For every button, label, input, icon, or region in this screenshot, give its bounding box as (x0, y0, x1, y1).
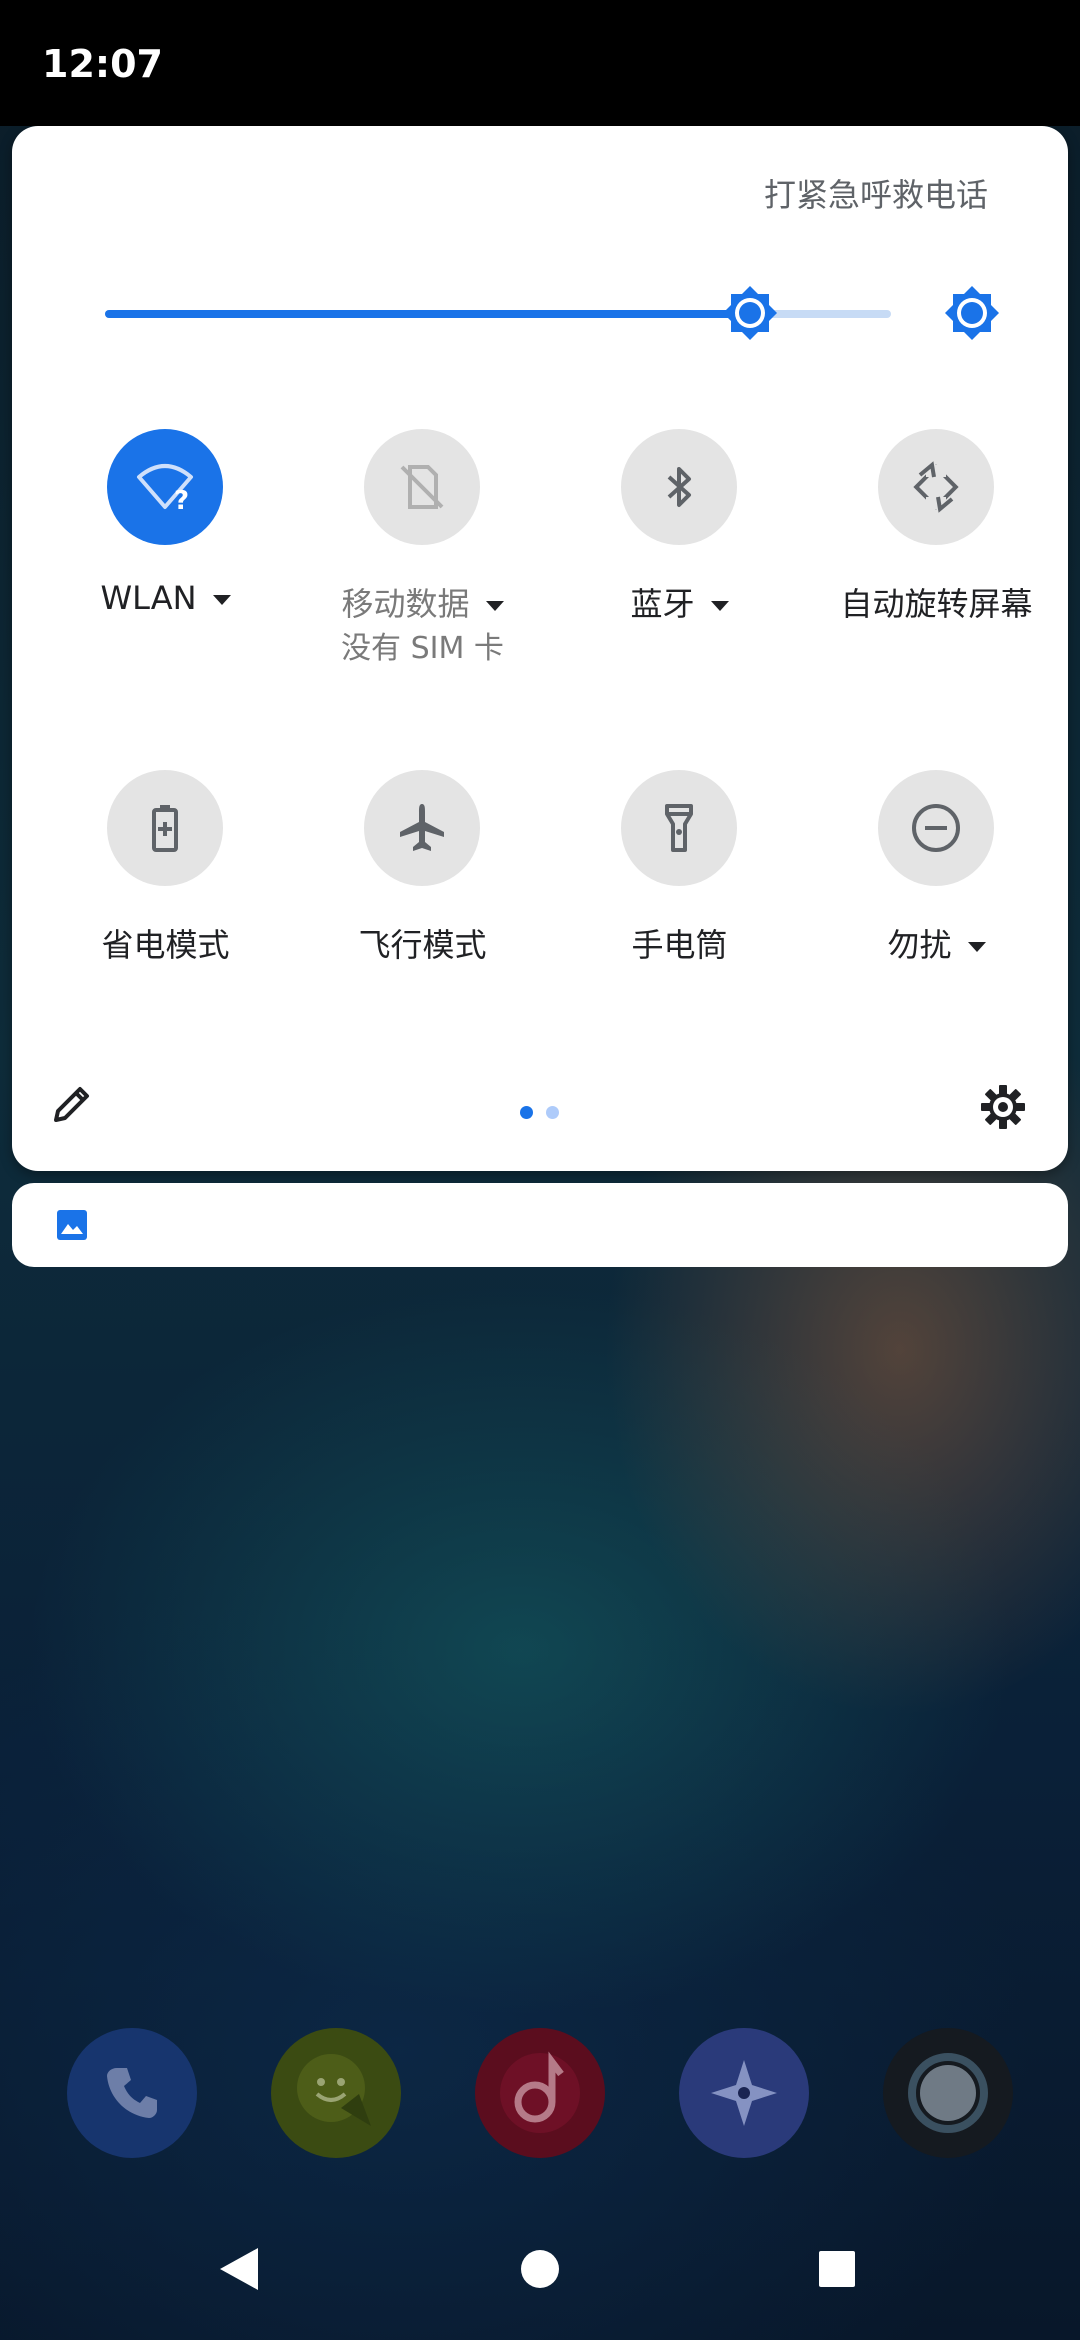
tile-dnd[interactable]: 勿扰 (808, 770, 1065, 1030)
rotate-icon (913, 461, 959, 513)
navigation-app-icon[interactable] (679, 2028, 809, 2158)
navigation-icon (711, 2060, 777, 2126)
tile-wlan[interactable]: ? WLAN (37, 429, 294, 689)
tile-bluetooth[interactable]: 蓝牙 (551, 429, 808, 689)
edit-pencil-icon[interactable] (48, 1080, 96, 1128)
tile-dnd-label: 勿扰 (887, 926, 952, 964)
tile-battery-saver-toggle[interactable] (107, 770, 223, 886)
tile-flashlight-toggle[interactable] (621, 770, 737, 886)
emergency-call-text[interactable]: 打紧急呼救电话 (738, 170, 988, 216)
bluetooth-icon (667, 467, 691, 507)
tile-airplane-toggle[interactable] (364, 770, 480, 886)
status-clock: 12:07 (42, 42, 163, 86)
tile-flashlight[interactable]: 手电筒 (551, 770, 808, 1030)
tile-wlan-toggle[interactable]: ? (107, 429, 223, 545)
quick-settings-panel: 打紧急呼救电话 ? WLAN 移动数据 没有 SIM 卡 蓝牙 自动旋转屏幕 省… (12, 126, 1068, 1171)
battery-saver-icon (152, 805, 178, 852)
tile-bluetooth-label: 蓝牙 (630, 585, 695, 623)
brightness-thumb-icon[interactable] (720, 283, 780, 343)
messages-app-icon[interactable] (271, 2028, 401, 2158)
auto-brightness-icon[interactable] (942, 283, 1002, 343)
chevron-down-icon[interactable] (967, 942, 986, 952)
brightness-fill (105, 310, 758, 318)
page-dot[interactable] (546, 1106, 559, 1119)
tile-battery-saver-label: 省电模式 (101, 926, 230, 964)
navigation-bar (0, 2220, 1080, 2340)
tile-flashlight-label: 手电筒 (631, 926, 728, 964)
page-indicator (520, 1106, 570, 1120)
svg-text:?: ? (174, 486, 189, 516)
tile-auto-rotate-label: 自动旋转屏幕 (840, 585, 1033, 623)
recents-icon[interactable] (818, 2250, 856, 2288)
tile-mobile-data-toggle[interactable] (364, 429, 480, 545)
home-icon[interactable] (520, 2249, 560, 2289)
chevron-down-icon[interactable] (710, 601, 729, 611)
tile-mobile-data[interactable]: 移动数据 没有 SIM 卡 (294, 429, 551, 689)
do-not-disturb-icon (912, 804, 960, 852)
messages-icon (297, 2054, 371, 2126)
phone-icon (107, 2068, 157, 2118)
tile-battery-saver[interactable]: 省电模式 (37, 770, 294, 1030)
camera-icon (908, 2053, 988, 2133)
tile-airplane-label: 飞行模式 (358, 926, 487, 964)
chevron-down-icon[interactable] (485, 601, 504, 611)
music-icon (500, 2051, 580, 2133)
back-icon[interactable] (218, 2246, 260, 2292)
tile-airplane[interactable]: 飞行模式 (294, 770, 551, 1030)
flashlight-icon (665, 804, 693, 852)
tile-auto-rotate[interactable]: 自动旋转屏幕 (808, 429, 1065, 689)
gear-icon[interactable] (978, 1082, 1028, 1132)
tile-auto-rotate-toggle[interactable] (878, 429, 994, 545)
tile-dnd-toggle[interactable] (878, 770, 994, 886)
tile-wlan-label: WLAN (100, 579, 197, 617)
page-dot-active[interactable] (520, 1106, 533, 1119)
music-app-icon[interactable] (475, 2028, 605, 2158)
tile-bluetooth-toggle[interactable] (621, 429, 737, 545)
status-bar: 12:07 (0, 0, 1080, 126)
airplane-icon (400, 804, 444, 851)
camera-app-icon[interactable] (883, 2028, 1013, 2158)
tile-mobile-data-label: 移动数据 (341, 585, 470, 623)
wifi-unknown-icon: ? (137, 464, 193, 516)
phone-app-icon[interactable] (67, 2028, 197, 2158)
notification-card[interactable] (12, 1183, 1068, 1267)
tile-mobile-data-sublabel: 没有 SIM 卡 (341, 631, 504, 666)
chevron-down-icon[interactable] (212, 595, 231, 605)
no-sim-icon (400, 465, 444, 509)
image-icon (57, 1210, 87, 1240)
